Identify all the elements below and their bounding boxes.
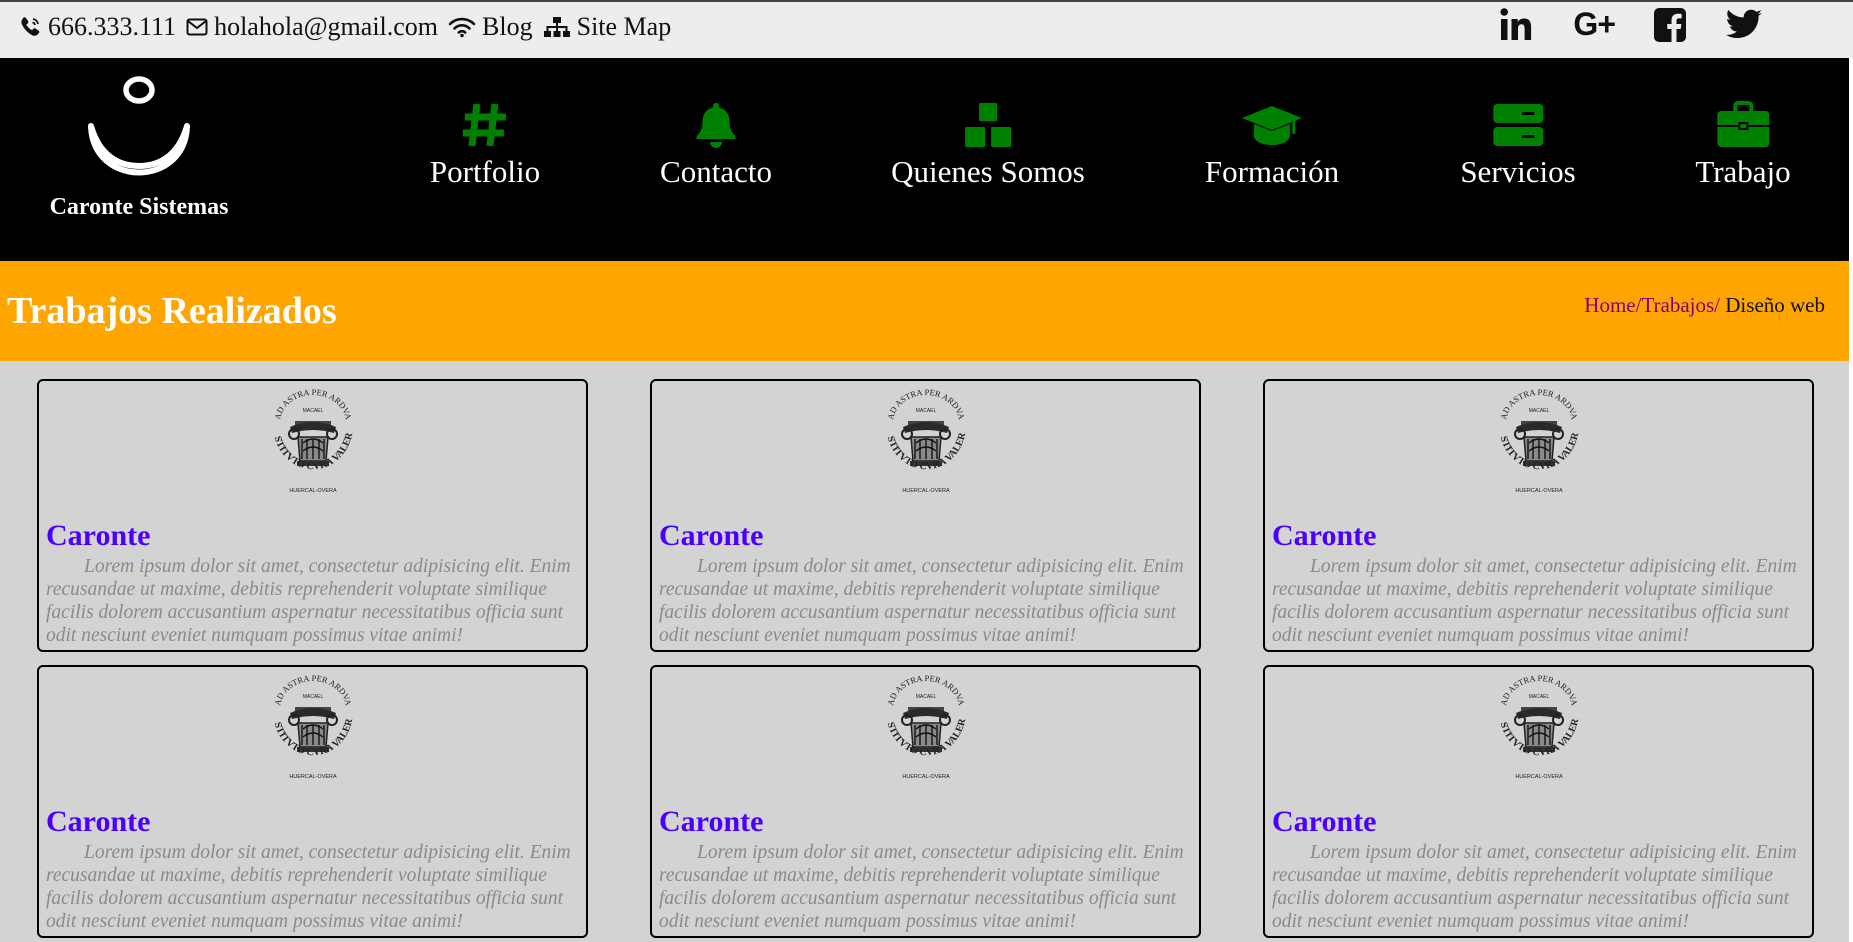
- nav-label: Contacto: [660, 154, 772, 189]
- svg-text:MACAEL: MACAEL: [915, 408, 936, 414]
- sitemap-icon: [543, 16, 571, 38]
- svg-text:MACAEL: MACAEL: [915, 694, 936, 700]
- google-plus-icon[interactable]: G+: [1573, 6, 1616, 43]
- institute-seal-image: AD ASTRA PER ARDVA MACAEL INSTITVTO CVRA…: [258, 673, 356, 780]
- svg-text:HUERCAL-OVERA: HUERCAL-OVERA: [902, 488, 950, 494]
- contact-info: 666.333.111 holahola@gmail.com Blog Site…: [18, 10, 681, 44]
- svg-text:MACAEL: MACAEL: [302, 408, 323, 414]
- graduation-cap-icon: [1242, 106, 1302, 145]
- card-description: Lorem ipsum dolor sit amet, consectetur …: [46, 842, 571, 932]
- card-description: Lorem ipsum dolor sit amet, consectetur …: [659, 842, 1184, 932]
- nav-label: Portfolio: [429, 154, 541, 189]
- svg-text:AD ASTRA PER ARDVA: AD ASTRA PER ARDVA: [272, 387, 354, 421]
- breadcrumb-trabajos[interactable]: Trabajos/: [1641, 293, 1720, 317]
- briefcase-icon: [1717, 101, 1769, 147]
- card-description: Lorem ipsum dolor sit amet, consectetur …: [659, 556, 1184, 646]
- phone-icon: [18, 15, 42, 39]
- svg-text:MACAEL: MACAEL: [1528, 408, 1549, 414]
- sitemap-link[interactable]: Site Map: [577, 12, 672, 42]
- wifi-icon: [448, 16, 476, 38]
- social-links: G+: [1461, 6, 1763, 43]
- main-header: Caronte Sistemas Portfolio Contacto Quie…: [0, 58, 1853, 261]
- nav-item-formacion[interactable]: Formación: [1205, 100, 1339, 190]
- card-description: Lorem ipsum dolor sit amet, consectetur …: [1272, 842, 1797, 932]
- facebook-icon[interactable]: [1653, 7, 1687, 43]
- work-card[interactable]: AD ASTRA PER ARDVA MACAEL INSTITVTO CVRA…: [650, 665, 1201, 938]
- card-title[interactable]: Caronte: [46, 805, 150, 839]
- main-nav: Portfolio Contacto Quienes Somos Formaci…: [0, 58, 1853, 261]
- institute-seal-image: AD ASTRA PER ARDVA MACAEL INSTITVTO CVRA…: [871, 387, 969, 494]
- work-card[interactable]: AD ASTRA PER ARDVA MACAEL INSTITVTO CVRA…: [1263, 665, 1814, 938]
- work-card[interactable]: AD ASTRA PER ARDVA MACAEL INSTITVTO CVRA…: [37, 379, 588, 652]
- nav-label: Formación: [1204, 154, 1340, 189]
- svg-text:MACAEL: MACAEL: [1528, 694, 1549, 700]
- svg-text:HUERCAL-OVERA: HUERCAL-OVERA: [1515, 774, 1563, 780]
- page-title: Trabajos Realizados: [7, 290, 337, 332]
- svg-text:HUERCAL-OVERA: HUERCAL-OVERA: [902, 774, 950, 780]
- nav-item-contacto[interactable]: Contacto: [660, 100, 772, 190]
- phone-number[interactable]: 666.333.111: [48, 12, 176, 42]
- institute-seal-image: AD ASTRA PER ARDVA MACAEL INSTITVTO CVRA…: [1484, 387, 1582, 494]
- breadcrumb-home[interactable]: Home/: [1584, 293, 1641, 317]
- card-description: Lorem ipsum dolor sit amet, consectetur …: [1272, 556, 1797, 646]
- email-link[interactable]: holahola@gmail.com: [214, 12, 438, 42]
- page-title-band: Trabajos Realizados Home/Trabajos/ Diseñ…: [0, 261, 1853, 361]
- card-title[interactable]: Caronte: [659, 805, 763, 839]
- breadcrumb-current: Diseño web: [1720, 293, 1825, 317]
- svg-text:HUERCAL-OVERA: HUERCAL-OVERA: [289, 774, 337, 780]
- work-card[interactable]: AD ASTRA PER ARDVA MACAEL INSTITVTO CVRA…: [37, 665, 588, 938]
- svg-text:AD ASTRA PER ARDVA: AD ASTRA PER ARDVA: [272, 673, 354, 707]
- nav-item-quienes-somos[interactable]: Quienes Somos: [891, 100, 1085, 190]
- institute-seal-image: AD ASTRA PER ARDVA MACAEL INSTITVTO CVRA…: [258, 387, 356, 494]
- nav-label: Quienes Somos: [891, 154, 1085, 189]
- institute-seal-image: AD ASTRA PER ARDVA MACAEL INSTITVTO CVRA…: [1484, 673, 1582, 780]
- svg-text:AD ASTRA PER ARDVA: AD ASTRA PER ARDVA: [1498, 387, 1580, 421]
- card-title[interactable]: Caronte: [1272, 519, 1376, 553]
- blog-link[interactable]: Blog: [482, 12, 533, 42]
- cubes-icon: [963, 101, 1013, 149]
- work-card[interactable]: AD ASTRA PER ARDVA MACAEL INSTITVTO CVRA…: [1263, 379, 1814, 652]
- institute-seal-image: AD ASTRA PER ARDVA MACAEL INSTITVTO CVRA…: [871, 673, 969, 780]
- nav-item-portfolio[interactable]: Portfolio: [430, 100, 540, 190]
- envelope-icon: [186, 17, 208, 37]
- hashtag-icon: [462, 103, 506, 147]
- card-description: Lorem ipsum dolor sit amet, consectetur …: [46, 556, 571, 646]
- card-title[interactable]: Caronte: [46, 519, 150, 553]
- svg-text:HUERCAL-OVERA: HUERCAL-OVERA: [289, 488, 337, 494]
- breadcrumb: Home/Trabajos/ Diseño web: [1584, 293, 1825, 318]
- work-card[interactable]: AD ASTRA PER ARDVA MACAEL INSTITVTO CVRA…: [650, 379, 1201, 652]
- scrollbar-track[interactable]: [1849, 58, 1853, 942]
- bell-icon: [696, 103, 736, 148]
- svg-text:AD ASTRA PER ARDVA: AD ASTRA PER ARDVA: [885, 387, 967, 421]
- svg-text:MACAEL: MACAEL: [302, 694, 323, 700]
- nav-item-servicios[interactable]: Servicios: [1460, 100, 1576, 190]
- card-title[interactable]: Caronte: [1272, 805, 1376, 839]
- server-icon: [1493, 104, 1543, 146]
- svg-text:AD ASTRA PER ARDVA: AD ASTRA PER ARDVA: [885, 673, 967, 707]
- linkedin-icon[interactable]: [1499, 7, 1535, 43]
- svg-text:HUERCAL-OVERA: HUERCAL-OVERA: [1515, 488, 1563, 494]
- nav-label: Trabajo: [1695, 154, 1791, 189]
- card-title[interactable]: Caronte: [659, 519, 763, 553]
- svg-text:AD ASTRA PER ARDVA: AD ASTRA PER ARDVA: [1498, 673, 1580, 707]
- nav-label: Servicios: [1460, 154, 1576, 189]
- top-contact-bar: 666.333.111 holahola@gmail.com Blog Site…: [0, 0, 1853, 58]
- nav-item-trabajo[interactable]: Trabajo: [1695, 100, 1791, 190]
- twitter-icon[interactable]: [1725, 9, 1763, 41]
